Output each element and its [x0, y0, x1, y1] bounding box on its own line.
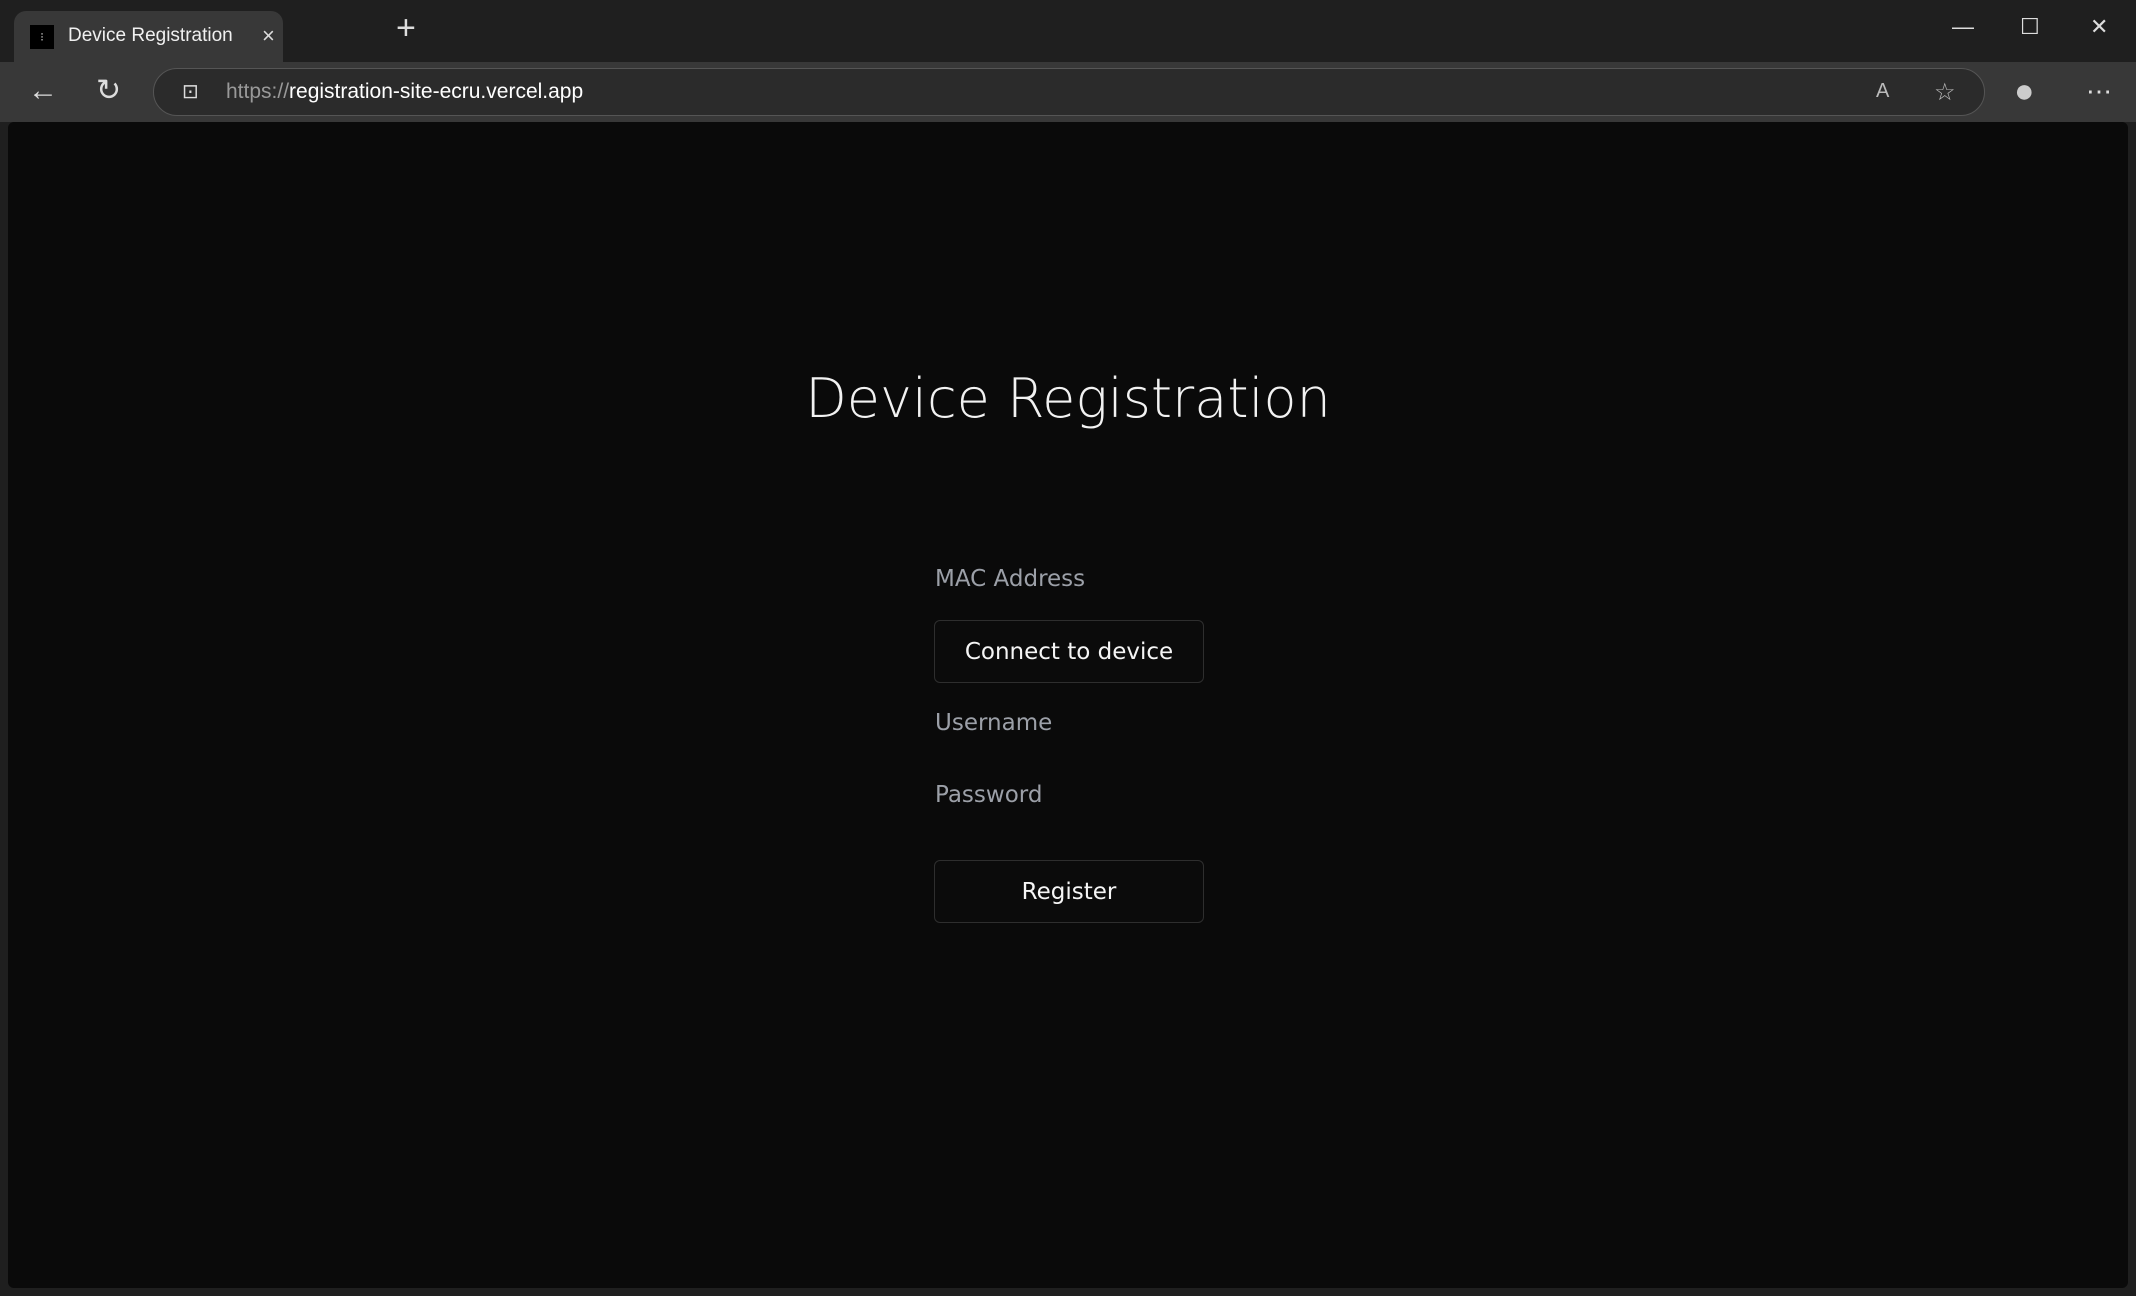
favorite-star-icon[interactable]: ☆ — [1934, 78, 1956, 107]
address-bar[interactable]: ⊡ https://registration-site-ecru.vercel.… — [153, 68, 1985, 116]
url-text: https://registration-site-ecru.vercel.ap… — [226, 80, 583, 104]
new-tab-icon[interactable]: + — [396, 11, 416, 45]
lock-icon: ⊡ — [182, 81, 199, 103]
maximize-icon[interactable]: ☐ — [2020, 14, 2040, 40]
back-icon[interactable]: ← — [28, 74, 58, 108]
minimize-icon[interactable]: — — [1952, 14, 1974, 40]
page-content: Device Registration MAC Address Connect … — [8, 122, 2128, 1288]
tab-title: Device Registration — [68, 25, 233, 46]
refresh-icon[interactable]: ↻ — [96, 74, 121, 108]
tab-close-icon[interactable]: × — [262, 23, 275, 49]
username-label: Username — [935, 710, 1053, 736]
page-title: Device Registration — [805, 367, 1331, 430]
register-button[interactable]: Register — [934, 860, 1204, 923]
profile-icon[interactable]: ● — [2014, 74, 2035, 108]
tab-device-registration[interactable]: ⁝ Device Registration × — [14, 11, 283, 62]
url-scheme: https:// — [226, 80, 290, 103]
tab-strip: ⁝ Device Registration × + — ☐ ✕ — [0, 0, 2136, 62]
mac-address-label: MAC Address — [935, 566, 1086, 592]
connect-to-device-button[interactable]: Connect to device — [934, 620, 1204, 683]
password-label: Password — [935, 782, 1043, 808]
url-host: registration-site-ecru.vercel.app — [289, 80, 584, 103]
browser-toolbar: ← ↻ ⊡ https://registration-site-ecru.ver… — [0, 62, 2136, 122]
favicon-icon: ⁝ — [30, 25, 54, 49]
menu-icon[interactable]: ⋯ — [2086, 74, 2112, 108]
read-aloud-icon[interactable]: A — [1876, 80, 1889, 103]
close-window-icon[interactable]: ✕ — [2090, 14, 2108, 40]
